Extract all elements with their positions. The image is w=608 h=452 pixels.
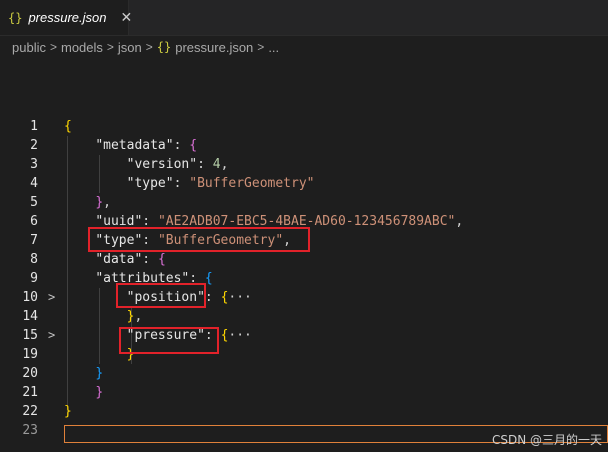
- line-number: 19: [22, 347, 38, 362]
- json-key-metadata: "metadata": [95, 138, 174, 153]
- line-number: 21: [22, 385, 38, 400]
- code-line: 19 }: [0, 345, 608, 364]
- chevron-right-icon: >: [145, 40, 153, 54]
- json-key-type: "type": [126, 176, 174, 191]
- line-number: 22: [22, 404, 38, 419]
- line-number: 9: [30, 271, 38, 286]
- code-line: 2 "metadata": {: [0, 136, 608, 155]
- json-key-data: "data": [95, 252, 143, 267]
- chevron-right-icon: >: [49, 40, 57, 54]
- folded-ellipsis[interactable]: ···: [228, 290, 251, 305]
- json-key-version: "version": [126, 157, 198, 172]
- line-number: 10: [22, 290, 38, 305]
- json-braces-icon: {}: [156, 40, 172, 54]
- breadcrumb-item-public[interactable]: public: [12, 40, 46, 55]
- folded-ellipsis[interactable]: ···: [228, 328, 251, 343]
- line-number: 4: [30, 176, 38, 191]
- code-line: 14 },: [0, 307, 608, 326]
- line-number: 23: [22, 423, 38, 438]
- code-line: 1 {: [0, 117, 608, 136]
- line-number: 15: [22, 328, 38, 343]
- code-editor[interactable]: 1 { 2 "metadata": { 3 "version": 4, 4 "t…: [0, 117, 608, 452]
- line-number: 1: [30, 119, 38, 134]
- highlight-box-position: [116, 283, 206, 308]
- chevron-right-icon[interactable]: >: [48, 288, 55, 307]
- chevron-right-icon[interactable]: >: [48, 326, 55, 345]
- line-number: 6: [30, 214, 38, 229]
- code-line: 3 "version": 4,: [0, 155, 608, 174]
- code-line: 22 }: [0, 402, 608, 421]
- line-number: 2: [30, 138, 38, 153]
- breadcrumb-item-json[interactable]: json: [118, 40, 142, 55]
- code-line: 21 }: [0, 383, 608, 402]
- line-number: 5: [30, 195, 38, 210]
- json-braces-icon: {}: [8, 10, 23, 25]
- close-icon[interactable]: ✕: [121, 11, 133, 25]
- chevron-right-icon: >: [106, 40, 114, 54]
- tab-pressure-json[interactable]: {} pressure.json ✕: [0, 0, 132, 35]
- json-value-version: 4: [212, 157, 221, 172]
- code-line: 20 }: [0, 364, 608, 383]
- json-value-type: "BufferGeometry": [189, 176, 315, 191]
- line-number: 8: [30, 252, 38, 267]
- breadcrumb-item-more[interactable]: ...: [268, 40, 279, 55]
- brace-open: {: [64, 119, 72, 134]
- code-line: 5 },: [0, 193, 608, 212]
- line-number: 3: [30, 157, 38, 172]
- line-number: 7: [30, 233, 38, 248]
- tab-title: pressure.json: [28, 10, 107, 25]
- line-number: 14: [22, 309, 38, 324]
- breadcrumb-item-models[interactable]: models: [61, 40, 103, 55]
- code-line: 9 "attributes": {: [0, 269, 608, 288]
- highlight-box-type: [88, 227, 310, 252]
- highlight-box-pressure: [119, 327, 219, 354]
- tab-bar: {} pressure.json ✕: [0, 0, 608, 36]
- line-number: 20: [22, 366, 38, 381]
- watermark: CSDN @三月的一天: [491, 433, 602, 447]
- code-line: 15 > "pressure": {···: [0, 326, 608, 345]
- code-line: 4 "type": "BufferGeometry": [0, 174, 608, 193]
- code-line: 8 "data": {: [0, 250, 608, 269]
- breadcrumb: public > models > json > {} pressure.jso…: [0, 36, 608, 58]
- code-line: 10 > "position": {···: [0, 288, 608, 307]
- breadcrumb-item-file[interactable]: pressure.json: [175, 40, 253, 55]
- chevron-right-icon: >: [257, 40, 265, 54]
